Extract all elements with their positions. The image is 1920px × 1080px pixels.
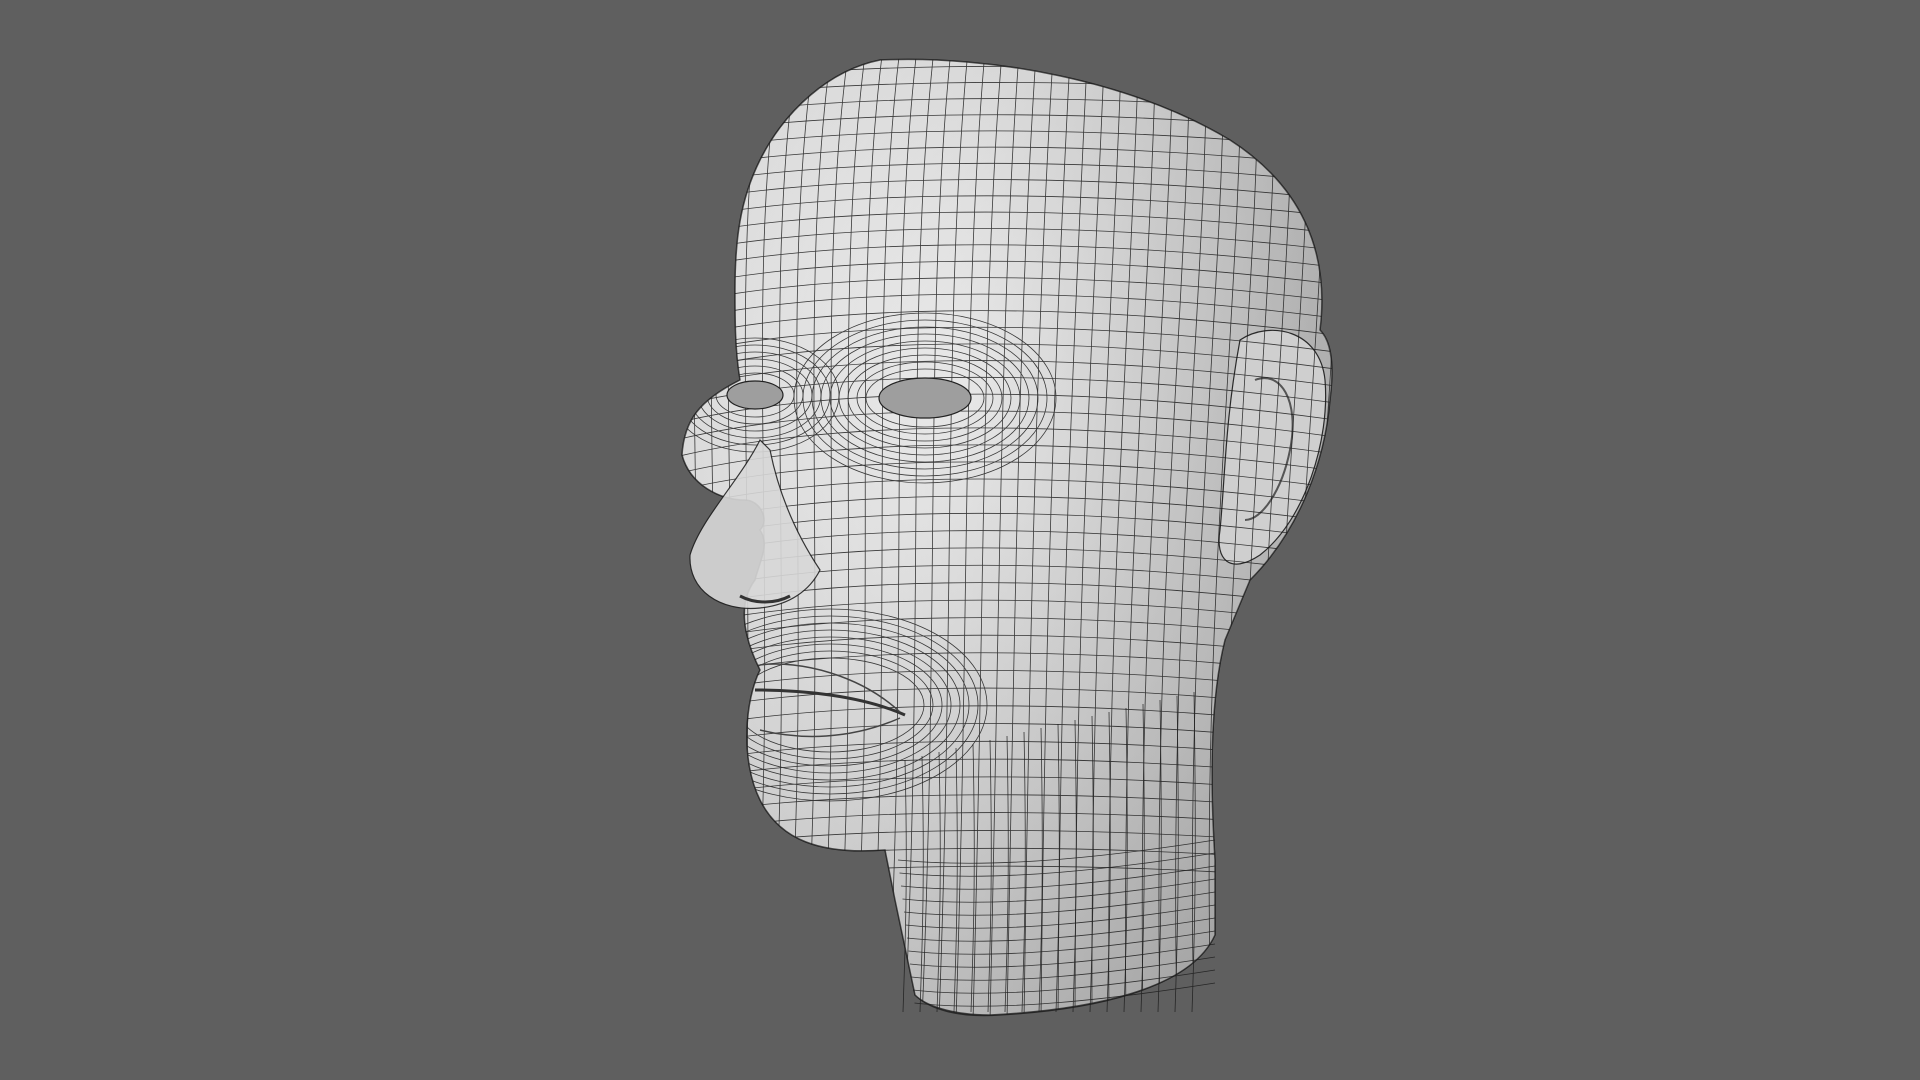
- mesh-edge-ring: [1292, 59, 1327, 1015]
- head-mesh-render: [650, 40, 1333, 1020]
- mesh-edge-ring: [682, 59, 698, 1015]
- mesh-edge-ring: [1326, 59, 1332, 1015]
- mesh-edge-ring: [650, 40, 680, 1020]
- mesh-edge-ring: [1309, 59, 1332, 1015]
- 3d-viewport[interactable]: [0, 0, 1920, 1080]
- left-eye: [726, 380, 784, 410]
- right-eye: [878, 377, 972, 419]
